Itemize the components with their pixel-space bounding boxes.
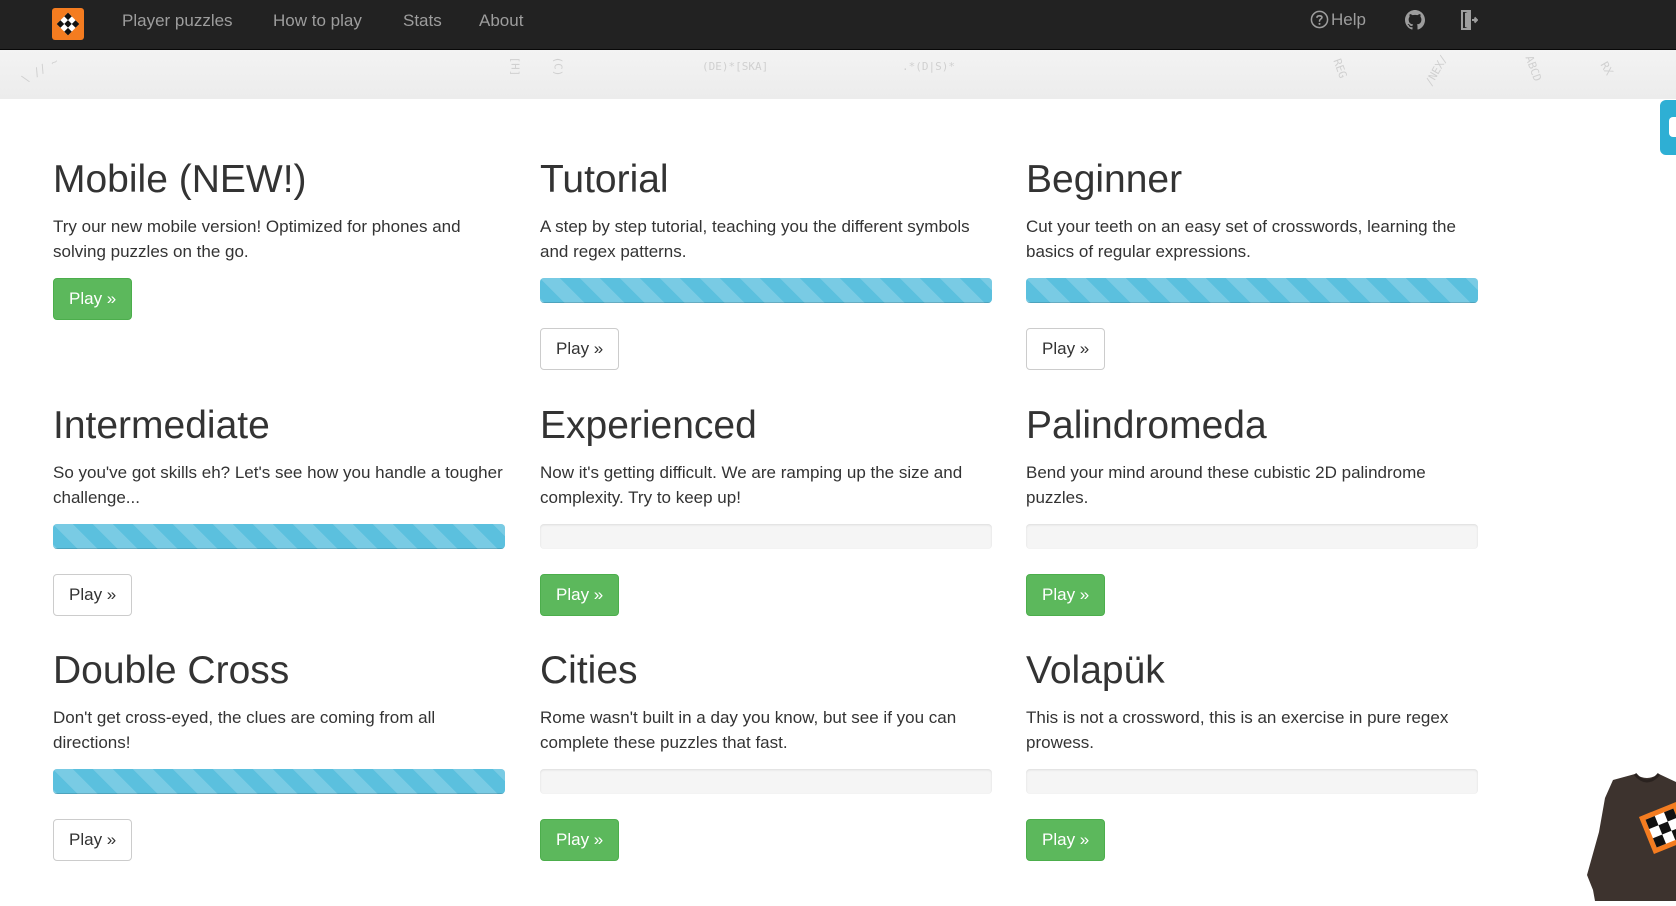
puzzle-progress-bar: [53, 769, 505, 794]
banner-deco: /NEX/: [1422, 52, 1451, 89]
play-button[interactable]: Play »: [53, 819, 133, 861]
play-button[interactable]: Play »: [540, 819, 620, 861]
play-button[interactable]: Play »: [53, 278, 133, 320]
puzzle-description: Now it's getting difficult. We are rampi…: [540, 463, 963, 507]
play-button[interactable]: Play »: [53, 574, 133, 616]
puzzle-progress-bar: [1026, 278, 1478, 303]
puzzle-title: Palindromeda: [1026, 404, 1267, 447]
play-button[interactable]: Play »: [1026, 819, 1106, 861]
puzzle-progress-fill: [53, 769, 505, 794]
puzzle-progress-bar: [1026, 524, 1478, 549]
header-banner: \ // ~ [H] (C) (DE)*[SKA] .*(D|S)* REG /…: [0, 50, 1676, 99]
banner-deco: RX: [1597, 59, 1616, 78]
nav-link-player-puzzles[interactable]: Player puzzles: [122, 0, 233, 42]
banner-deco: [H]: [508, 56, 522, 77]
play-button[interactable]: Play »: [540, 328, 620, 370]
banner-deco: (C): [551, 56, 565, 77]
top-navbar: Player puzzles How to play Stats About H…: [0, 0, 1676, 50]
nav-link-about[interactable]: About: [479, 0, 523, 42]
puzzle-title: Tutorial: [540, 158, 669, 201]
puzzle-card: Cities Rome wasn't built in a day you kno…: [540, 649, 992, 861]
puzzle-title: Mobile (NEW!): [53, 158, 307, 201]
puzzle-title: Volapük: [1026, 649, 1165, 692]
puzzle-title: Beginner: [1026, 158, 1183, 201]
puzzle-card: Mobile (NEW!) Try our new mobile version!…: [53, 158, 505, 320]
puzzle-progress-bar: [1026, 769, 1478, 794]
puzzle-progress-bar: [53, 524, 505, 549]
question-circle-icon: [1310, 10, 1329, 34]
puzzle-progress-fill: [53, 524, 505, 549]
puzzle-title: Double Cross: [53, 649, 290, 692]
puzzle-progress-bar: [540, 524, 992, 549]
puzzle-description: Bend your mind around these cubistic 2D …: [1026, 463, 1426, 507]
play-button[interactable]: Play »: [1026, 574, 1106, 616]
banner-deco: .*(D|S)*: [902, 60, 955, 73]
puzzle-progress-fill: [1026, 278, 1478, 303]
puzzle-progress-bar: [540, 769, 992, 794]
banner-deco: (DE)*[SKA]: [702, 60, 769, 73]
nav-link-stats[interactable]: Stats: [403, 0, 442, 42]
play-button[interactable]: Play »: [1026, 328, 1106, 370]
crossword-logo-icon[interactable]: [52, 8, 84, 40]
banner-deco: ABCD: [1522, 53, 1544, 84]
puzzle-title: Intermediate: [53, 404, 270, 447]
nav-link-how-to-play[interactable]: How to play: [273, 0, 362, 42]
puzzle-card: Double Cross Don't get cross-eyed, the cl…: [53, 649, 505, 861]
help-link[interactable]: Help: [1310, 10, 1372, 32]
puzzle-progress-bar: [540, 278, 992, 303]
puzzle-card: Experienced Now it's getting difficult. W…: [540, 404, 992, 616]
puzzle-description: A step by step tutorial, teaching you th…: [540, 217, 970, 261]
sign-out-icon[interactable]: [1460, 10, 1480, 32]
puzzle-card: Tutorial A step by step tutorial, teachin…: [540, 158, 992, 370]
puzzle-card: Intermediate So you've got skills eh? Let…: [53, 404, 505, 616]
puzzle-card: Volapük This is not a crossword, this is …: [1026, 649, 1478, 861]
side-feedback-tab[interactable]: [1660, 100, 1676, 155]
puzzle-description: This is not a crossword, this is an exer…: [1026, 708, 1449, 752]
help-label: Help: [1331, 10, 1366, 29]
puzzle-description: Don't get cross-eyed, the clues are comi…: [53, 708, 436, 752]
puzzle-description: Cut your teeth on an easy set of crosswo…: [1026, 217, 1456, 261]
puzzle-description: Try our new mobile version! Optimized fo…: [53, 217, 461, 261]
play-button[interactable]: Play »: [540, 574, 620, 616]
puzzle-description: Rome wasn't built in a day you know, but…: [540, 708, 957, 752]
puzzle-card: Palindromeda Bend your mind around these …: [1026, 404, 1478, 616]
github-icon[interactable]: [1405, 10, 1425, 32]
banner-deco: \ // ~: [19, 54, 61, 87]
puzzle-title: Experienced: [540, 404, 757, 447]
puzzle-progress-fill: [540, 278, 992, 303]
puzzle-description: So you've got skills eh? Let's see how y…: [53, 463, 503, 507]
puzzle-card: Beginner Cut your teeth on an easy set of…: [1026, 158, 1478, 370]
tshirt-promo-icon[interactable]: [1585, 770, 1676, 901]
puzzle-title: Cities: [540, 649, 638, 692]
banner-deco: REG: [1330, 56, 1350, 81]
